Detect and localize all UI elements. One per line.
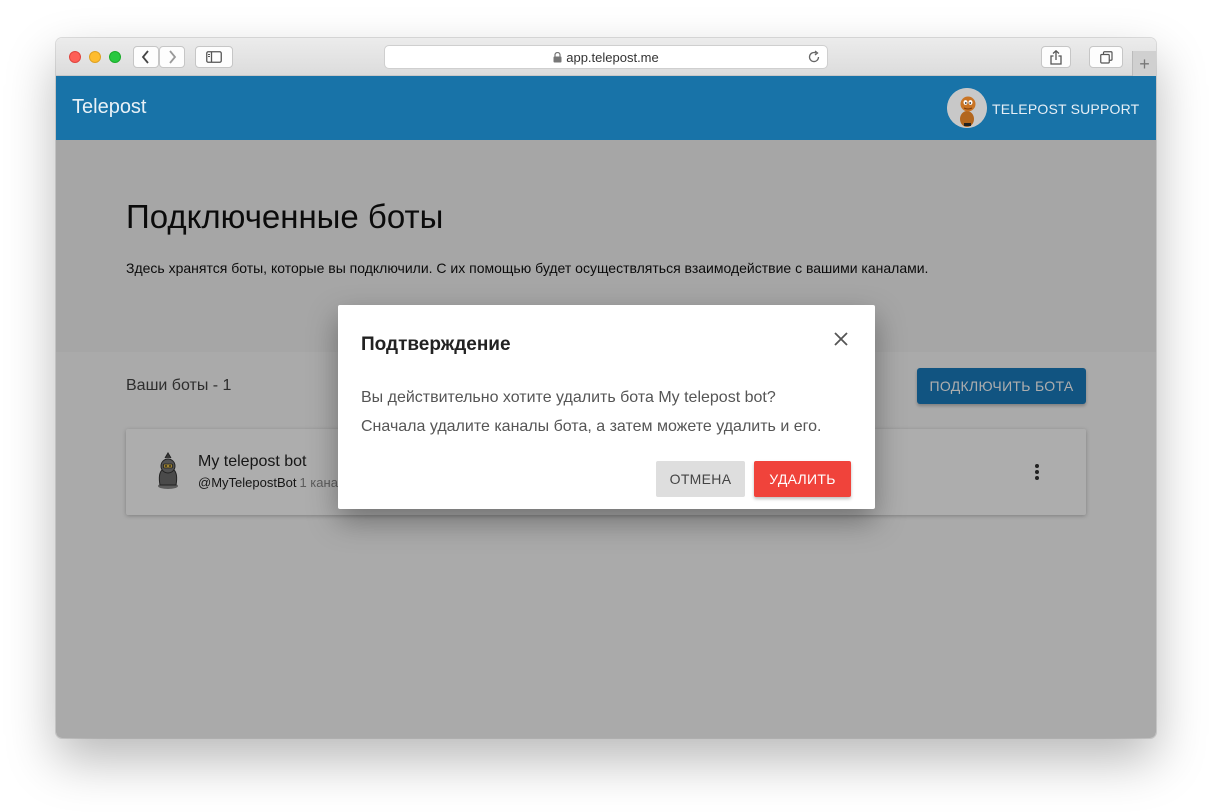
browser-titlebar: app.telepost.me +: [56, 38, 1156, 76]
address-bar[interactable]: app.telepost.me: [384, 45, 828, 69]
back-icon: [141, 50, 149, 64]
dialog-message-line-1: Вы действительно хотите удалить бота My …: [361, 389, 776, 406]
minimize-window-button[interactable]: [89, 51, 101, 63]
avatar[interactable]: [947, 88, 987, 128]
share-button[interactable]: [1041, 46, 1071, 68]
reload-icon[interactable]: [807, 50, 821, 64]
dialog-message-line-2: Сначала удалите каналы бота, а затем мож…: [361, 418, 822, 435]
tabs-button[interactable]: [1089, 46, 1123, 68]
cancel-button[interactable]: ОТМЕНА: [656, 461, 745, 497]
user-name[interactable]: TELEPOST SUPPORT: [992, 101, 1139, 117]
close-window-button[interactable]: [69, 51, 81, 63]
forward-button[interactable]: [159, 46, 185, 68]
lock-icon: [553, 51, 562, 62]
sidebar-button[interactable]: [195, 46, 233, 68]
delete-button[interactable]: УДАЛИТЬ: [754, 461, 851, 497]
app-title[interactable]: Telepost: [72, 96, 147, 119]
sidebar-icon: [206, 51, 222, 63]
dialog-title: Подтверждение: [361, 334, 511, 355]
forward-icon: [169, 50, 177, 64]
share-icon: [1050, 49, 1062, 65]
new-tab-button[interactable]: +: [1132, 51, 1156, 76]
tabs-icon: [1099, 50, 1113, 64]
close-icon[interactable]: [833, 331, 849, 347]
zoom-window-button[interactable]: [109, 51, 121, 63]
browser-window: app.telepost.me + Telepost TELEPOST SUPP…: [56, 38, 1156, 738]
url-text: app.telepost.me: [566, 49, 659, 65]
app-header: Telepost TELEPOST SUPPORT: [56, 76, 1156, 140]
dialog-message: Вы действительно хотите удалить бота My …: [361, 383, 821, 441]
back-button[interactable]: [133, 46, 159, 68]
confirm-dialog: Подтверждение Вы действительно хотите уд…: [338, 305, 875, 509]
